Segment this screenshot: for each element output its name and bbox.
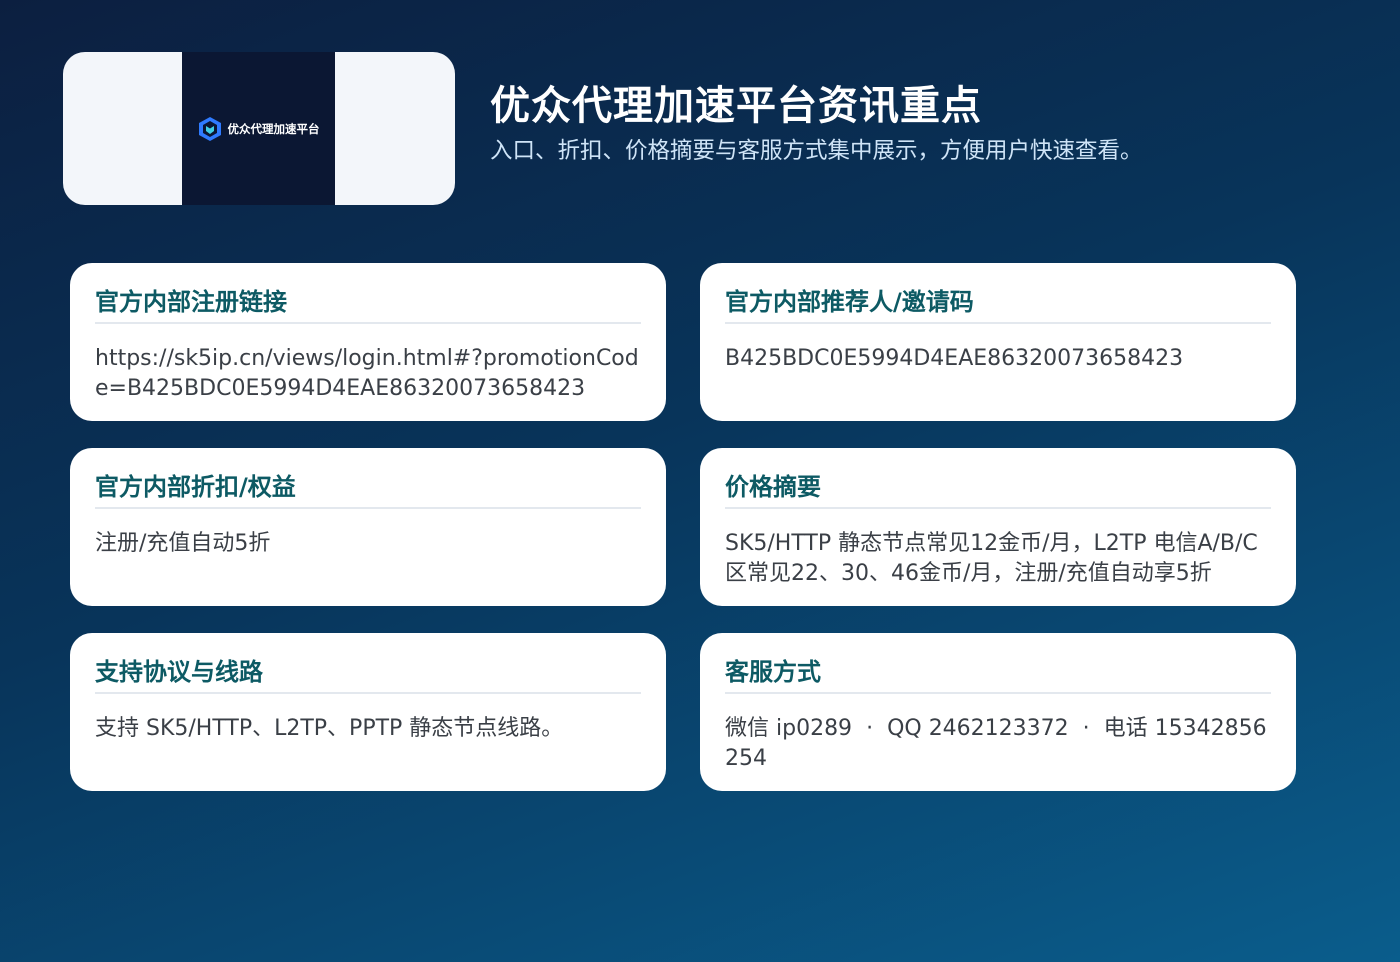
logo-banner: 优众代理加速平台 — [182, 52, 335, 205]
card-title: 官方内部折扣/权益 — [95, 472, 641, 509]
wechat-contact: 微信 ip0289 — [725, 716, 853, 741]
discount-card: 官方内部折扣/权益 注册/充值自动5折 — [70, 448, 666, 606]
registration-link[interactable]: https://sk5ip.cn/views/login.html#?promo… — [95, 344, 641, 404]
logo-card: 优众代理加速平台 — [63, 52, 455, 205]
protocols-text: 支持 SK5/HTTP、L2TP、PPTP 静态节点线路。 — [95, 716, 564, 741]
invite-code-value: B425BDC0E5994D4EAE86320073658423 — [725, 346, 1184, 371]
card-title: 支持协议与线路 — [95, 657, 641, 694]
protocols-card: 支持协议与线路 支持 SK5/HTTP、L2TP、PPTP 静态节点线路。 — [70, 633, 666, 791]
customer-service-card: 客服方式 微信 ip0289 · QQ 2462123372 · 电话 15342856… — [700, 633, 1296, 791]
card-title: 官方内部注册链接 — [95, 287, 641, 324]
qq-contact: QQ 2462123372 — [887, 716, 1069, 741]
invite-code-card: 官方内部推荐人/邀请码 B425BDC0E5994D4EAE8632007365… — [700, 263, 1296, 421]
registration-link-card: 官方内部注册链接 https://sk5ip.cn/views/login.ht… — [70, 263, 666, 421]
contact-line: 微信 ip0289 · QQ 2462123372 · 电话 15342856254 — [725, 714, 1271, 774]
page-title: 优众代理加速平台资讯重点 — [490, 83, 982, 129]
card-title: 价格摘要 — [725, 472, 1271, 509]
price-summary-card: 价格摘要 SK5/HTTP 静态节点常见12金币/月，L2TP 电信A/B/C区… — [700, 448, 1296, 606]
price-summary-text: SK5/HTTP 静态节点常见12金币/月，L2TP 电信A/B/C区常见22、… — [725, 531, 1258, 586]
logo-text: 优众代理加速平台 — [227, 121, 320, 136]
card-title: 官方内部推荐人/邀请码 — [725, 287, 1271, 324]
hexagon-shield-icon — [198, 116, 222, 142]
separator-dot: · — [866, 716, 874, 741]
discount-text: 注册/充值自动5折 — [95, 531, 271, 556]
card-title: 客服方式 — [725, 657, 1271, 694]
separator-dot: · — [1082, 716, 1090, 741]
page-subtitle: 入口、折扣、价格摘要与客服方式集中展示，方便用户快速查看。 — [490, 138, 1143, 164]
